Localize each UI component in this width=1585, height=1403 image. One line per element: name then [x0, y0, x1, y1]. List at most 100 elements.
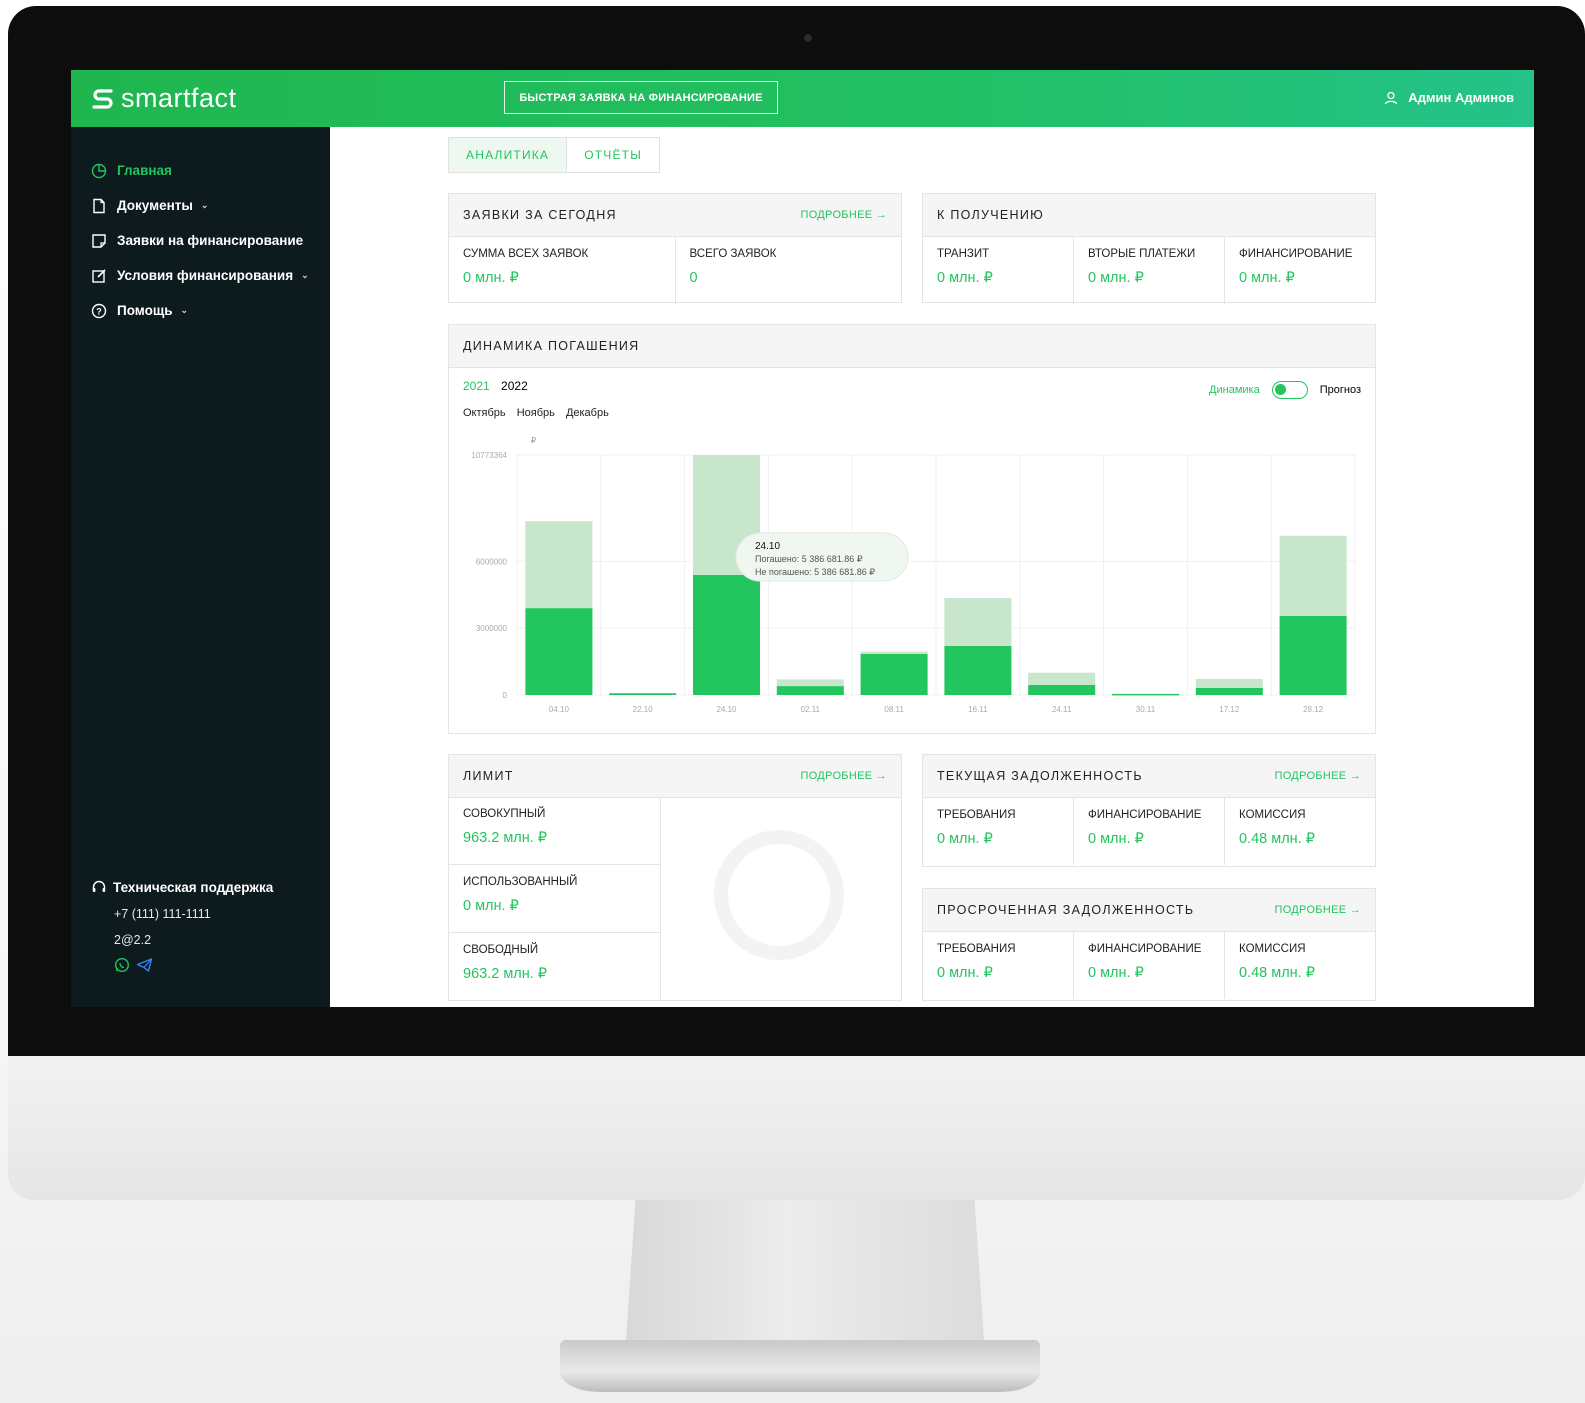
card-repayment-dynamics: ДИНАМИКА ПОГАШЕНИЯ 2021 2022 Октябрь Ноя…: [448, 324, 1376, 734]
mode-toggle: Динамика Прогноз: [1209, 381, 1361, 399]
stat-label: ФИНАНСИРОВАНИЕ: [1088, 809, 1202, 821]
bar-repaid[interactable]: [609, 693, 677, 695]
stat-value: 0 млн. ₽: [1088, 965, 1144, 981]
stat-value: 0 млн. ₽: [937, 270, 993, 286]
stat-value: 963.2 млн. ₽: [463, 830, 548, 846]
card-today-requests: ЗАЯВКИ ЗА СЕГОДНЯ ПОДРОБНЕЕ → СУММА ВСЕХ…: [448, 193, 902, 304]
bar-repaid[interactable]: [860, 653, 928, 695]
stat-label: ИСПОЛЬЗОВАННЫЙ: [463, 876, 578, 888]
x-tick-label: 02.11: [801, 705, 821, 714]
sidebar-item-label: Помощь: [117, 303, 173, 318]
card-header: ДИНАМИКА ПОГАШЕНИЯ: [449, 325, 1375, 368]
support-phone[interactable]: +7 (111) 111-1111: [114, 907, 273, 921]
bar-repaid[interactable]: [1279, 615, 1347, 695]
support-email[interactable]: 2@2.2: [114, 933, 273, 947]
toggle-switch[interactable]: [1271, 381, 1308, 399]
toggle-label-dynamics[interactable]: Динамика: [1209, 384, 1260, 396]
more-link[interactable]: ПОДРОБНЕЕ →: [1274, 904, 1361, 916]
stat-value: 0 млн. ₽: [937, 831, 993, 847]
stat-value: 963.2 млн. ₽: [463, 966, 548, 982]
edit-icon: [92, 268, 106, 283]
user-menu[interactable]: Админ Админов: [1384, 90, 1514, 105]
bar-unrepaid[interactable]: [1195, 678, 1263, 688]
sidebar-item-documents[interactable]: Документы ⌄: [91, 188, 309, 223]
card-header: ЛИМИТ ПОДРОБНЕЕ →: [449, 755, 901, 798]
year-option[interactable]: 2022: [501, 379, 528, 393]
bar-unrepaid[interactable]: [525, 521, 593, 609]
user-icon: [1385, 91, 1398, 104]
card-header: К ПОЛУЧЕНИЮ: [923, 194, 1375, 237]
sidebar-item-help[interactable]: ? Помощь ⌄: [91, 293, 309, 328]
card-title: ПРОСРОЧЕННАЯ ЗАДОЛЖЕННОСТЬ: [937, 903, 1195, 917]
note-icon: [92, 233, 106, 248]
app-screen: smartfact БЫСТРАЯ ЗАЯВКА НА ФИНАНСИРОВАН…: [71, 70, 1534, 1007]
card-cells: ТРЕБОВАНИЯ 0 млн. ₽ ФИНАНСИРОВАНИЕ 0 млн…: [923, 932, 1375, 999]
toggle-label-forecast[interactable]: Прогноз: [1320, 384, 1361, 396]
tab-analytics[interactable]: АНАЛИТИКА: [448, 137, 568, 173]
chevron-down-icon[interactable]: ⌄: [181, 305, 189, 316]
x-tick-label: 17.12: [1219, 705, 1240, 714]
bar-repaid[interactable]: [1195, 687, 1263, 695]
tab-bar: АНАЛИТИКА ОТЧЁТЫ: [448, 137, 661, 173]
sidebar-item-label: Условия финансирования: [117, 268, 294, 283]
chevron-down-icon[interactable]: ⌄: [301, 270, 309, 281]
x-tick-label: 24.10: [716, 705, 737, 714]
x-tick-label: 30.11: [1136, 705, 1156, 714]
card-overdue-debt: ПРОСРОЧЕННАЯ ЗАДОЛЖЕННОСТЬ ПОДРОБНЕЕ → Т…: [922, 888, 1376, 1001]
bar-repaid[interactable]: [692, 575, 761, 695]
bar-repaid[interactable]: [944, 645, 1012, 695]
sidebar-item-label: Главная: [117, 163, 172, 178]
sidebar-item-conditions[interactable]: Условия финансирования ⌄: [91, 258, 309, 293]
stat-cell: КОМИССИЯ 0.48 млн. ₽: [1225, 932, 1375, 999]
month-option[interactable]: Ноябрь: [517, 407, 555, 419]
chart-tooltip: 24.10 Погашено: 5 386 681.86 ₽ Не погаше…: [735, 532, 909, 582]
sidebar-item-requests[interactable]: Заявки на финансирование: [91, 223, 309, 258]
stat-value: 0 млн. ₽: [1239, 270, 1295, 286]
monitor-stand-base: [560, 1340, 1040, 1392]
quick-request-button[interactable]: БЫСТРАЯ ЗАЯВКА НА ФИНАНСИРОВАНИЕ: [504, 81, 778, 114]
monitor-chin: [8, 1050, 1585, 1200]
bar-unrepaid[interactable]: [1279, 535, 1347, 616]
logo[interactable]: smartfact: [91, 83, 237, 114]
card-current-debt: ТЕКУЩАЯ ЗАДОЛЖЕННОСТЬ ПОДРОБНЕЕ → ТРЕБОВ…: [922, 754, 1376, 867]
stat-cell: СУММА ВСЕХ ЗАЯВОК 0 млн. ₽: [449, 237, 676, 304]
limit-stats: СОВОКУПНЫЙ 963.2 млн. ₽ ИСПОЛЬЗОВАННЫЙ 0…: [449, 797, 661, 1001]
stat-value: 0.48 млн. ₽: [1239, 965, 1315, 981]
bar-repaid[interactable]: [1111, 693, 1180, 696]
bar-repaid[interactable]: [525, 608, 593, 695]
sidebar: Главная Документы ⌄ Заявки на финансиров…: [71, 127, 330, 1007]
stat-label: СВОБОДНЫЙ: [463, 944, 539, 956]
more-link[interactable]: ПОДРОБНЕЕ →: [1274, 770, 1361, 782]
bar-unrepaid[interactable]: [944, 598, 1012, 646]
toggle-knob: [1274, 384, 1286, 395]
x-tick-label: 04.10: [549, 705, 570, 714]
whatsapp-icon[interactable]: [114, 957, 130, 973]
bar-unrepaid[interactable]: [1028, 672, 1096, 685]
bar-repaid[interactable]: [1028, 684, 1096, 695]
stat-value: 0 млн. ₽: [463, 270, 519, 286]
support-block: Техническая поддержка +7 (111) 111-1111 …: [91, 879, 273, 973]
y-tick-label: 3000000: [476, 624, 508, 633]
year-option[interactable]: 2021: [463, 379, 490, 393]
sidebar-nav: Главная Документы ⌄ Заявки на финансиров…: [91, 153, 309, 328]
month-option[interactable]: Октябрь: [463, 407, 506, 419]
card-cells: ТРАНЗИТ 0 млн. ₽ ВТОРЫЕ ПЛАТЕЖИ 0 млн. ₽…: [923, 237, 1375, 304]
telegram-icon[interactable]: [136, 957, 153, 973]
stat-cell: ФИНАНСИРОВАНИЕ 0 млн. ₽: [1225, 237, 1375, 304]
stat-cell: ИСПОЛЬЗОВАННЫЙ 0 млн. ₽: [449, 865, 661, 933]
bar-unrepaid[interactable]: [860, 651, 928, 654]
tab-reports[interactable]: ОТЧЁТЫ: [567, 137, 661, 173]
more-link[interactable]: ПОДРОБНЕЕ →: [800, 209, 887, 221]
more-link[interactable]: ПОДРОБНЕЕ →: [800, 770, 887, 782]
support-title: Техническая поддержка: [91, 879, 273, 895]
x-axis: 04.10 22.10 24.10 02.11 08.11 16.11 24.11 30.11…: [549, 705, 1324, 714]
card-limit: ЛИМИТ ПОДРОБНЕЕ → СОВОКУПНЫЙ 963.2 млн. …: [448, 754, 902, 1001]
y-axis-unit: ₽: [531, 436, 536, 445]
sidebar-item-home[interactable]: Главная: [91, 153, 309, 188]
year-selector: 2021 2022: [463, 379, 617, 393]
chevron-down-icon[interactable]: ⌄: [201, 200, 209, 211]
bar-unrepaid[interactable]: [776, 679, 844, 687]
bar-repaid[interactable]: [776, 686, 844, 695]
month-option[interactable]: Декабрь: [566, 407, 609, 419]
user-name: Админ Админов: [1408, 90, 1514, 105]
